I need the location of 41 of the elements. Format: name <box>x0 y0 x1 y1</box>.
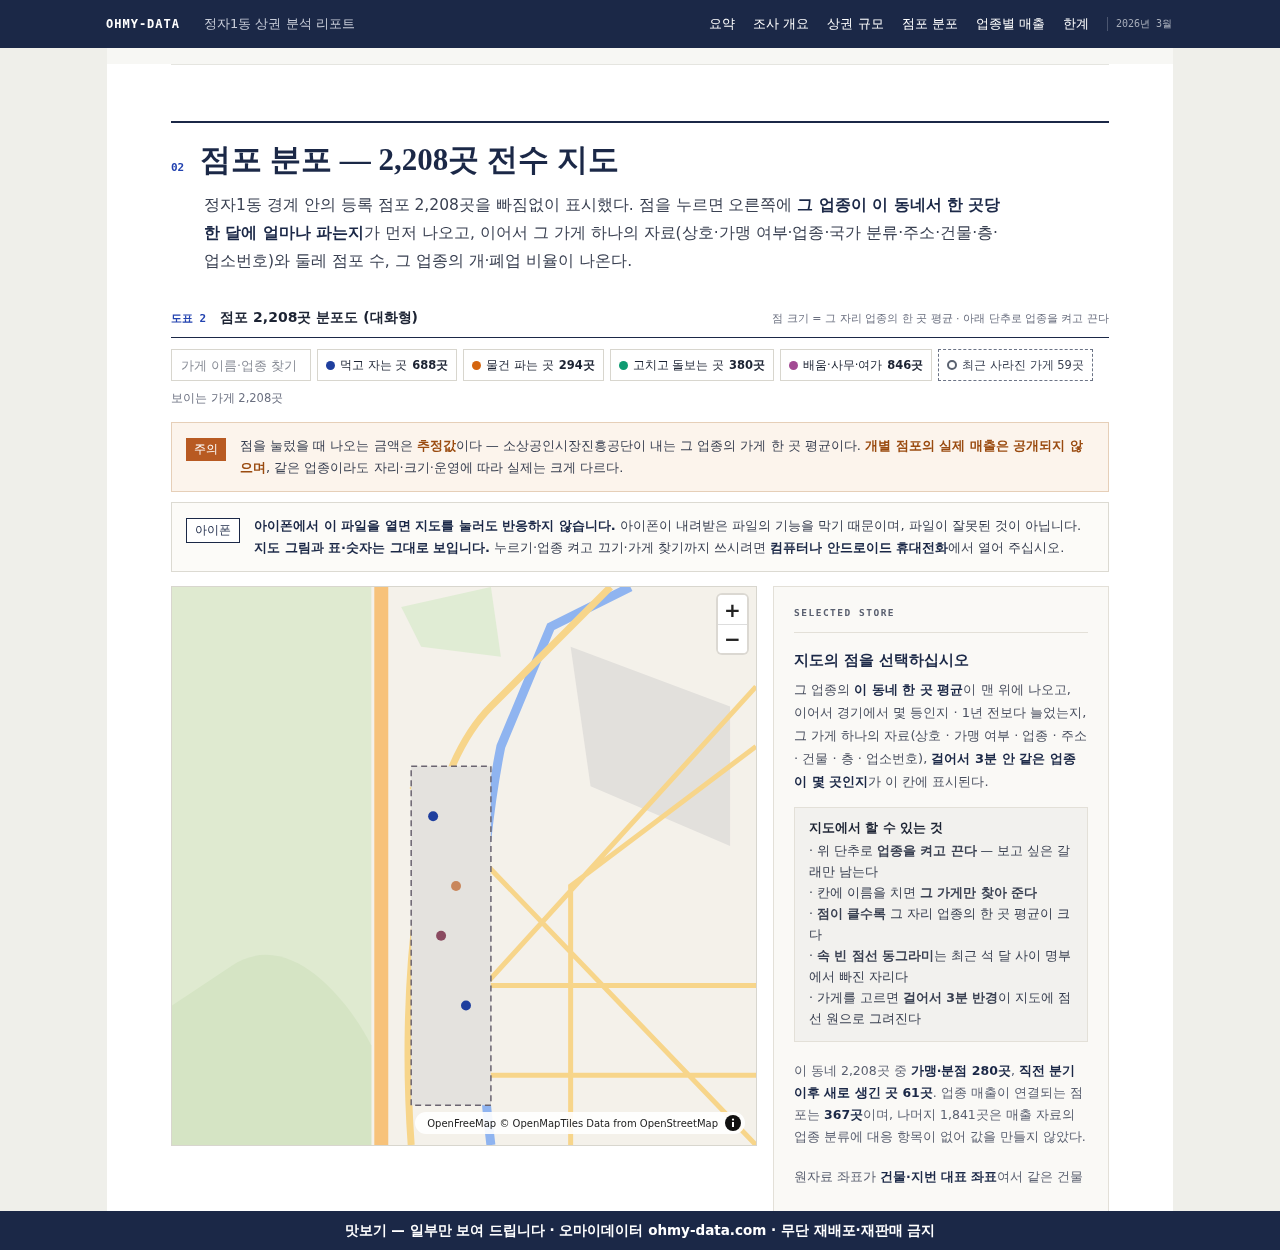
panel-eyebrow: SELECTED STORE <box>794 607 1088 633</box>
tip-item: · 속 빈 점선 동그라미는 최근 석 달 사이 명부에서 빠진 자리다 <box>809 947 1072 986</box>
nav-link[interactable]: 점포 분포 <box>901 15 958 33</box>
panel-paragraph: 이 동네 2,208곳 중 가맹·분점 280곳, 직전 분기 이후 새로 생긴 곳 61곳. 업종 매출이 연결되는 점포는 367곳이며, 나머지 1,841곳은 매출 자료의 업종 분류에 대응 항목이 없어 값을 만들지 않았다. <box>794 1062 1087 1146</box>
figure-note: 점 크기 = 그 자리 업종의 한 곳 평균 · 아래 단추로 업종을 켜고 끈다 <box>772 311 1109 326</box>
tip-item: · 위 단추로 업종을 켜고 끈다 — 보고 싶은 갈래만 남는다 <box>809 842 1072 881</box>
report-date: 2026년 3월 <box>1106 17 1172 31</box>
filter-button[interactable]: 배움·사무·여가 846곳 <box>780 349 933 381</box>
footer-text: 맛보기 — 일부만 보여 드립니다 · 오마이데이터 ohmy-data.com · 무단 재배포·재판매 금지 <box>344 1221 936 1240</box>
brand-logo[interactable]: OHMY-DATA <box>106 17 181 31</box>
tips-title: 지도에서 할 수 있는 것 <box>809 820 945 837</box>
nav-link[interactable]: 업종별 매출 <box>975 15 1045 33</box>
filter-button[interactable]: 고치고 돌보는 곳 380곳 <box>609 349 774 381</box>
section-number: 02 <box>171 160 185 174</box>
nav-link[interactable]: 요약 <box>709 15 736 33</box>
figure-label: 도표 2 <box>171 311 207 326</box>
visible-count: 보이는 가게 2,208곳 <box>171 391 285 406</box>
intro-paragraph: 정자1동 경계 안의 등록 점포 2,208곳을 빠짐없이 표시했다. 점을 누르면 오른쪽에 그 업종이 이 동네서 한 곳당 한 달에 얼마나 파는지가 먼저 나오고, 이어서 그 가게 하나의 자료(상호·가맹 여부·업종·국가 분류·주소·건물·층·업소번호)와 둘레 점포 수, 그 업종의 개·폐업 비율이 나온다. <box>204 195 1002 272</box>
notice-text: 점을 눌렀을 때 나오는 금액은 추정값이다 — 소상공인시장진흥공단이 내는 그 업종의 가게 한 곳 평균이다. 개별 점포의 실제 매출은 공개되지 않으며, 같은 업종이라도 자리·크기·운영에 따라 실제는 크게 다르다. <box>240 437 1084 477</box>
nav-link[interactable]: 한계 <box>1062 15 1089 33</box>
info-icon[interactable] <box>725 1115 741 1131</box>
zoom-out-button[interactable]: − <box>718 624 747 653</box>
report-title: 정자1동 상권 분석 리포트 <box>204 15 355 33</box>
panel-paragraph: 원자료 좌표가 건물·지번 대표 좌표여서 같은 건물 <box>794 1168 1085 1186</box>
search-field[interactable]: 가게 이름·업종 찾기 <box>171 349 311 381</box>
tip-item: · 가게를 고르면 걸어서 3분 반경이 지도에 점선 원으로 그려진다 <box>809 989 1073 1028</box>
figure-title: 점포 2,208곳 분포도 (대화형) <box>220 309 418 327</box>
tip-item: · 점이 클수록 그 자리 업종의 한 곳 평균이 크다 <box>809 905 1072 944</box>
map-attribution: OpenFreeMap © OpenMapTiles Data from OpenStreetMap <box>427 1117 718 1129</box>
filter-button[interactable]: 물건 파는 곳 294곳 <box>463 349 604 381</box>
notice-tag: 아이폰 <box>186 518 240 543</box>
section-title: 점포 분포 — 2,208곳 전수 지도 <box>200 141 619 179</box>
panel-heading: 지도의 점을 선택하십시오 <box>794 651 971 670</box>
tip-item: · 칸에 이름을 치면 그 가게만 찾아 준다 <box>809 884 1038 902</box>
notice-tag: 주의 <box>186 438 226 461</box>
notice-text: 아이폰에서 이 파일을 열면 지도를 눌러도 반응하지 않습니다. 아이폰이 내려받은 파일의 기능을 막기 때문이며, 파일이 잘못된 것이 아닙니다. 지도 그림과 표·숫자는 그대로 보입니다. 누르기·업종 켜고 끄기·가게 찾기까지 쓰시려면 컴퓨터나 안드로이드 휴대전화에서 열어 주십시오. <box>254 517 1083 557</box>
filter-button[interactable]: 먹고 자는 곳 688곳 <box>317 349 458 381</box>
panel-description: 그 업종의 이 동네 한 곳 평균이 맨 위에 나오고, 이어서 경기에서 몇 등인지 · 1년 전보다 늘었는지, 그 가게 하나의 자료(상호 · 가맹 여부 · 업종 · 주소 · 건물 · 층 · 업소번호), 걸어서 3분 안 같은 업종이 몇 곳인지가 이 칸에 표시된다. <box>794 681 1088 791</box>
nav-link[interactable]: 조사 개요 <box>753 15 810 33</box>
filter-button[interactable]: 최근 사라진 가게 59곳 <box>938 349 1093 381</box>
nav-link[interactable]: 상권 규모 <box>827 15 884 33</box>
